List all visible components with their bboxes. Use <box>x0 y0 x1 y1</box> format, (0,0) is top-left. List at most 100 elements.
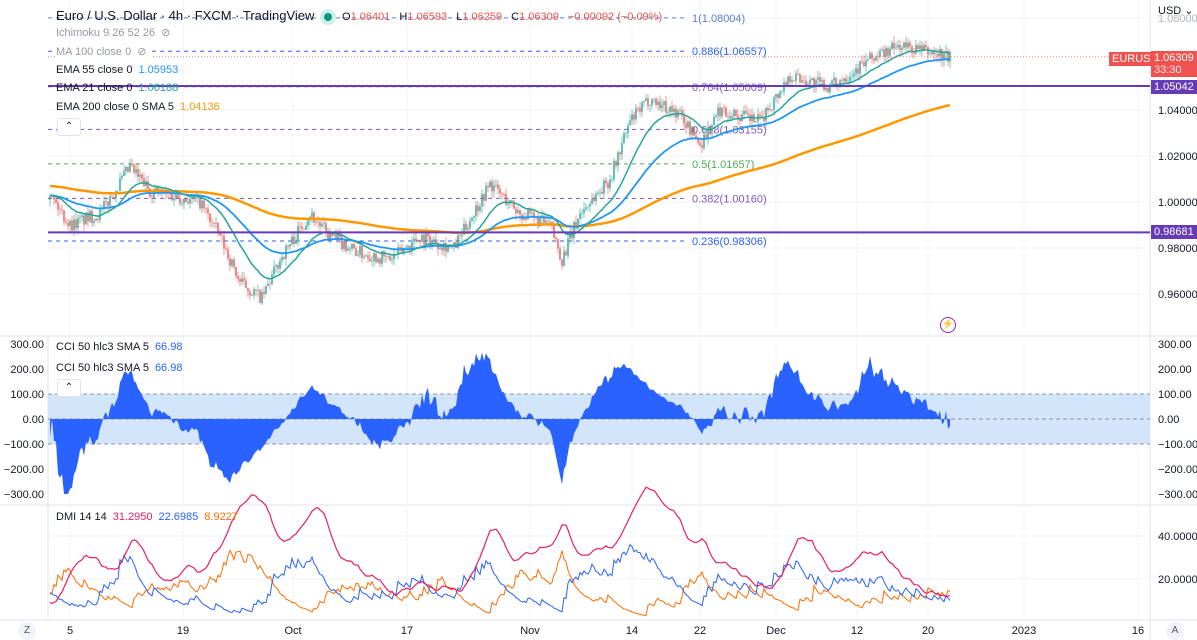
candle-body <box>511 200 513 202</box>
candle-body <box>607 183 609 189</box>
legend-ichimoku[interactable]: Ichimoku 9 26 52 26 ⊘ <box>56 26 176 39</box>
candle-body <box>415 238 417 242</box>
candle-body <box>189 198 191 204</box>
candle-body <box>643 100 645 103</box>
candle-body <box>279 260 281 269</box>
candle-body <box>929 54 931 55</box>
candle-body <box>441 247 443 251</box>
candle-body <box>697 139 699 143</box>
fib-level-label: 0.382(1.00160) <box>692 193 767 205</box>
candle-body <box>851 76 853 78</box>
candle-body <box>243 278 245 281</box>
candle-body <box>483 194 485 201</box>
candle-body <box>99 209 101 220</box>
legend-ema55[interactable]: EMA 55 close 0 1.05953 <box>56 64 184 76</box>
symbol-title: Euro / U.S. Dollar · 4h · FXCM · Trading… <box>56 8 315 23</box>
candle-body <box>561 259 563 266</box>
candle-body <box>79 217 81 218</box>
candle-body <box>913 52 915 54</box>
candle-body <box>523 218 525 220</box>
candle-body <box>613 161 615 180</box>
candle-body <box>247 288 249 292</box>
candle-body <box>861 61 863 63</box>
candle-body <box>919 45 921 50</box>
candle-body <box>519 210 521 215</box>
candle-body <box>469 220 471 229</box>
hline-price-tag[interactable]: 0.98681 <box>1151 225 1197 239</box>
chart-canvas[interactable]: 5 19 Oct 17 Nov 14 22 Dec 12 20 2023 161.080001.040… <box>0 0 1197 639</box>
candle-body <box>559 248 561 260</box>
collapse-cci-legend-button[interactable]: ⌃ <box>57 379 81 397</box>
candle-body <box>105 200 107 202</box>
legend-ma100[interactable]: MA 100 close 0 ⊘ <box>56 45 153 58</box>
candle-body <box>171 194 173 201</box>
legend-ema200[interactable]: EMA 200 close 0 SMA 5 1.04136 <box>56 101 226 113</box>
candle-body <box>421 234 423 243</box>
collapse-legend-button[interactable]: ⌃ <box>57 118 81 136</box>
eye-off-icon[interactable]: ⊘ <box>161 27 170 39</box>
candle-body <box>899 44 901 50</box>
legend-cci-2[interactable]: CCI 50 hlc3 SMA 5 66.98 <box>56 362 188 374</box>
close-value: 1.06309 <box>519 11 559 23</box>
candle-body <box>303 228 305 230</box>
candle-body <box>883 49 885 57</box>
candle-body <box>83 215 85 225</box>
candle-body <box>63 210 65 222</box>
candle-body <box>785 82 787 85</box>
candle-body <box>323 223 325 224</box>
candle-body <box>773 97 775 110</box>
candle-body <box>809 79 811 84</box>
time-axis-label: 17 <box>401 625 413 637</box>
candle-body <box>391 259 393 261</box>
candle-body <box>745 111 747 114</box>
timezone-button[interactable]: Z <box>18 622 36 640</box>
candle-body <box>281 257 283 261</box>
candle-body <box>781 91 783 93</box>
lightning-icon[interactable]: ⚡ <box>940 317 956 333</box>
legend-cci-1[interactable]: CCI 50 hlc3 SMA 5 66.98 <box>56 341 188 353</box>
currency-selector[interactable]: USD ⌄ <box>1158 4 1194 17</box>
candle-body <box>289 244 291 247</box>
candle-body <box>679 110 681 111</box>
candle-body <box>131 163 133 165</box>
candle-body <box>869 53 871 60</box>
candle-body <box>819 77 821 82</box>
hline-price-tag[interactable]: 1.05042 <box>1151 80 1197 94</box>
candle-body <box>257 289 259 291</box>
legend-label: EMA 21 close 0 <box>56 82 133 94</box>
candle-body <box>245 280 247 289</box>
eye-off-icon[interactable]: ⊘ <box>137 46 146 58</box>
candle-body <box>121 176 123 179</box>
candle-body <box>501 193 503 195</box>
candle-body <box>93 220 95 224</box>
legend-dmi[interactable]: DMI 14 14 31.2950 22.6985 8.9227 <box>56 511 244 523</box>
auto-scale-button[interactable]: A <box>1166 622 1184 640</box>
candle-body <box>529 209 531 213</box>
candle-body <box>601 191 603 194</box>
candle-body <box>223 236 225 249</box>
cci-axis-label: 200.00 <box>1158 364 1192 376</box>
candle-body <box>585 207 587 209</box>
candle-body <box>233 259 235 268</box>
candle-body <box>743 111 745 115</box>
candle-body <box>259 289 261 304</box>
candle-body <box>735 109 737 116</box>
legend-ema21[interactable]: EMA 21 close 0 1.06188 <box>56 82 184 94</box>
candle-body <box>465 223 467 230</box>
candle-body <box>793 80 795 82</box>
candle-body <box>627 125 629 134</box>
candle-body <box>417 239 419 242</box>
candle-body <box>597 192 599 194</box>
candle-body <box>347 248 349 251</box>
candle-body <box>565 251 567 256</box>
candle-body <box>713 116 715 126</box>
candle-body <box>795 73 797 81</box>
candle-body <box>849 76 851 82</box>
candle-body <box>659 101 661 109</box>
candle-body <box>111 196 113 197</box>
candle-body <box>555 237 557 239</box>
candle-body <box>841 80 843 81</box>
candle-body <box>369 258 371 262</box>
candle-body <box>301 226 303 229</box>
fib-level-label: 0.764(1.05009) <box>692 82 767 94</box>
